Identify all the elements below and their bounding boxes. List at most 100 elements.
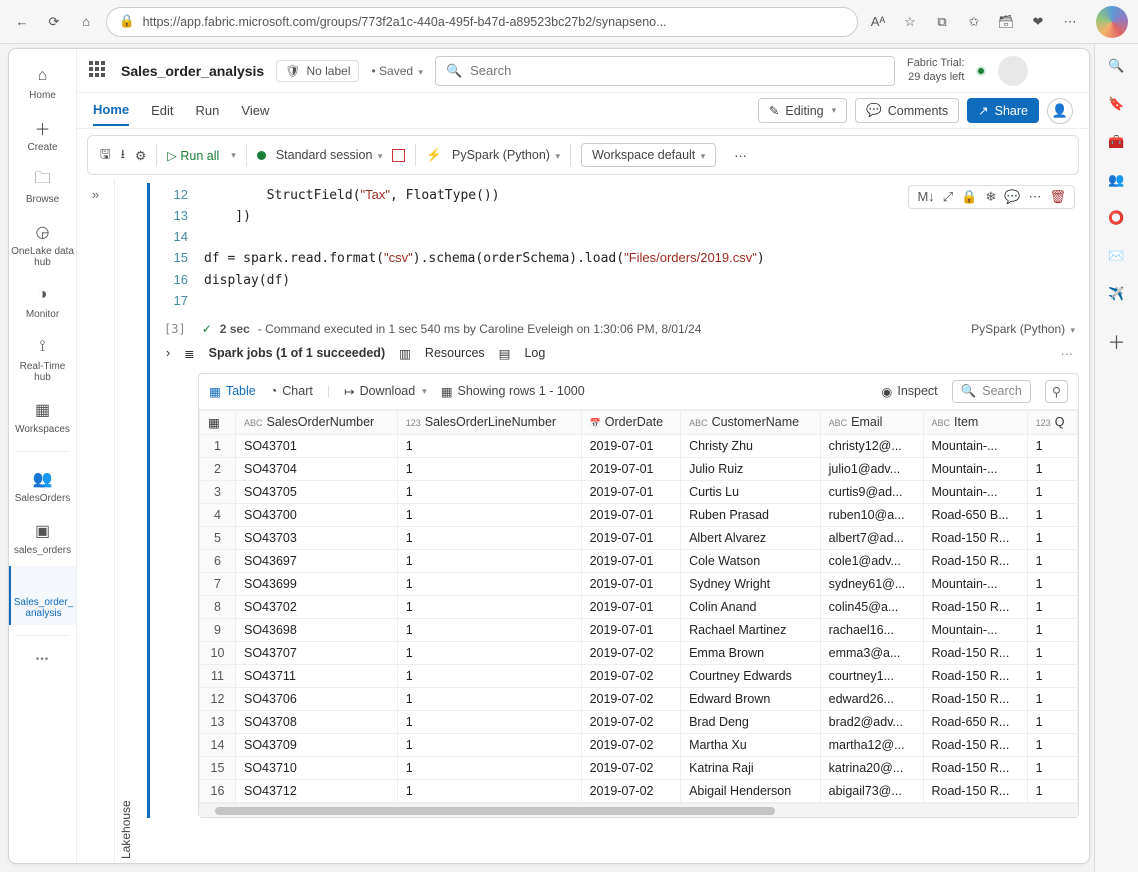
- table-row[interactable]: 15SO4371012019-07-02Katrina Rajikatrina2…: [200, 756, 1078, 779]
- resources-link[interactable]: Resources: [425, 346, 485, 360]
- save-icon[interactable]: 🖫: [100, 145, 111, 166]
- nav-salesorders[interactable]: 👥SalesOrders: [9, 462, 76, 510]
- comments-button[interactable]: 💬Comments: [855, 98, 959, 123]
- result-search-input[interactable]: 🔍Search: [952, 380, 1031, 403]
- chart-tab[interactable]: ◔Chart: [270, 384, 313, 398]
- col-OrderDate[interactable]: 📅OrderDate: [581, 410, 681, 434]
- download-button[interactable]: ↦Download▾: [344, 384, 427, 399]
- more-button[interactable]: ⋯: [1058, 10, 1082, 34]
- home-button[interactable]: ⌂: [74, 10, 98, 34]
- collections-button[interactable]: 🗃: [994, 10, 1018, 34]
- jobs-more[interactable]: ⋯: [1061, 346, 1074, 361]
- nav-onelake-data-hub[interactable]: ◶OneLake data hub: [9, 215, 76, 274]
- workspace-dropdown[interactable]: Workspace default ▾: [581, 143, 716, 167]
- nav-create[interactable]: ＋Create: [9, 111, 76, 159]
- sidebar-tag-icon[interactable]: 🔖: [1107, 94, 1127, 114]
- waffle-icon[interactable]: [89, 61, 109, 81]
- table-row[interactable]: 14SO4370912019-07-02Martha Xumartha12@..…: [200, 733, 1078, 756]
- split-button[interactable]: ⧉: [930, 10, 954, 34]
- table-row[interactable]: 5SO4370312019-07-01Albert Alvarezalbert7…: [200, 526, 1078, 549]
- nav-workspaces[interactable]: ▦Workspaces: [9, 393, 76, 441]
- tab-view[interactable]: View: [241, 96, 269, 125]
- run-all-button[interactable]: ▷ Run all: [167, 148, 219, 163]
- nav-more[interactable]: •••: [36, 654, 50, 665]
- nav-sales-orders[interactable]: ▣sales_orders: [9, 514, 76, 562]
- col-Email[interactable]: ABCEmail: [820, 410, 923, 434]
- nav-real-time-hub[interactable]: ⟟Real-Time hub: [9, 330, 76, 389]
- table-row[interactable]: 9SO4369812019-07-01Rachael Martinezracha…: [200, 618, 1078, 641]
- col-Q[interactable]: 123Q: [1027, 410, 1077, 434]
- download-icon[interactable]: ⭳: [121, 145, 125, 166]
- table-tab[interactable]: ▦Table: [209, 384, 256, 399]
- cell-lang-dropdown[interactable]: PySpark (Python) ▾: [971, 322, 1075, 336]
- table-row[interactable]: 6SO4369712019-07-01Cole Watsoncole1@adv.…: [200, 549, 1078, 572]
- horizontal-scrollbar[interactable]: [199, 803, 1078, 817]
- sidebar-people-icon[interactable]: 👥: [1107, 170, 1127, 190]
- settings-icon[interactable]: ⚙: [135, 148, 146, 163]
- freeze-icon[interactable]: ❄: [985, 189, 996, 205]
- filter-button[interactable]: ⚲: [1045, 380, 1068, 403]
- search-input[interactable]: 🔍Search: [435, 56, 895, 86]
- table-row[interactable]: 13SO4370812019-07-02Brad Dengbrad2@adv..…: [200, 710, 1078, 733]
- sensitivity-pill[interactable]: 🛡No label: [276, 60, 359, 82]
- table-row[interactable]: 7SO4369912019-07-01Sydney Wrightsydney61…: [200, 572, 1078, 595]
- avatar[interactable]: [998, 56, 1028, 86]
- sidebar-office-icon[interactable]: ⭕: [1107, 208, 1127, 228]
- collapse-icon[interactable]: ⤢: [943, 189, 953, 205]
- sidebar-outlook-icon[interactable]: ✉️: [1107, 246, 1127, 266]
- log-link[interactable]: Log: [524, 346, 545, 360]
- table-row[interactable]: 2SO4370412019-07-01Julio Ruizjulio1@adv.…: [200, 457, 1078, 480]
- col-SalesOrderNumber[interactable]: ABCSalesOrderNumber: [236, 410, 398, 434]
- share-button[interactable]: ↗Share: [967, 98, 1039, 123]
- nav-monitor[interactable]: ◑Monitor: [9, 278, 76, 326]
- favorite-button[interactable]: ☆: [898, 10, 922, 34]
- table-row[interactable]: 11SO4371112019-07-02Courtney Edwardscour…: [200, 664, 1078, 687]
- table-row[interactable]: 16SO4371212019-07-02Abigail Hendersonabi…: [200, 779, 1078, 802]
- nav-home[interactable]: ⌂Home: [9, 59, 76, 107]
- sidebar-add-icon[interactable]: ＋: [1107, 332, 1127, 352]
- session-dropdown[interactable]: Standard session ▾: [276, 148, 383, 162]
- code-cell[interactable]: M↓ ⤢ 🔒 ❄ 💬 ⋯ 🗑 12 StructField("Tax", Flo…: [147, 183, 1081, 818]
- delete-cell-icon[interactable]: 🗑: [1049, 189, 1066, 205]
- copilot-icon[interactable]: [1096, 6, 1128, 38]
- nav-browse[interactable]: 🗀Browse: [9, 163, 76, 211]
- lock-icon[interactable]: 🔒: [961, 189, 977, 205]
- tab-edit[interactable]: Edit: [151, 96, 173, 125]
- read-aloud-button[interactable]: Aᴬ: [866, 10, 890, 34]
- spark-jobs-link[interactable]: Spark jobs (1 of 1 succeeded): [209, 346, 385, 360]
- markdown-icon[interactable]: M↓: [917, 189, 934, 205]
- tab-run[interactable]: Run: [196, 96, 220, 125]
- col-Item[interactable]: ABCItem: [923, 410, 1027, 434]
- tab-home[interactable]: Home: [93, 95, 129, 126]
- language-dropdown[interactable]: PySpark (Python) ▾: [452, 148, 560, 162]
- editing-mode-button[interactable]: ✎Editing▾: [758, 98, 847, 123]
- table-row[interactable]: 4SO4370012019-07-01Ruben Prasadruben10@a…: [200, 503, 1078, 526]
- row-index-header[interactable]: ▦: [200, 410, 236, 434]
- table-row[interactable]: 1SO4370112019-07-01Christy Zhuchristy12@…: [200, 434, 1078, 457]
- table-row[interactable]: 8SO4370212019-07-01Colin Anandcolin45@a.…: [200, 595, 1078, 618]
- sidebar-tools-icon[interactable]: 🧰: [1107, 132, 1127, 152]
- presence-button[interactable]: 👤: [1047, 98, 1073, 124]
- jobs-expand-icon[interactable]: ›: [166, 346, 170, 360]
- refresh-button[interactable]: ⟳: [42, 10, 66, 34]
- sidebar-send-icon[interactable]: ✈️: [1107, 284, 1127, 304]
- run-all-menu[interactable]: ▾: [231, 150, 236, 161]
- lakehouse-collapse[interactable]: »: [77, 179, 115, 863]
- back-button[interactable]: ←: [10, 10, 34, 34]
- sidebar-search-icon[interactable]: 🔍: [1107, 56, 1127, 76]
- lakehouse-label[interactable]: Lakehouse: [115, 179, 137, 863]
- toolbar-more[interactable]: ⋯: [734, 148, 747, 163]
- table-row[interactable]: 10SO4370712019-07-02Emma Brownemma3@a...…: [200, 641, 1078, 664]
- notebook-name[interactable]: Sales_order_analysis: [121, 63, 264, 79]
- favorites-list-button[interactable]: ✩: [962, 10, 986, 34]
- performance-button[interactable]: ❤: [1026, 10, 1050, 34]
- table-row[interactable]: 12SO4370612019-07-02Edward Brownedward26…: [200, 687, 1078, 710]
- col-SalesOrderLineNumber[interactable]: 123SalesOrderLineNumber: [397, 410, 581, 434]
- col-CustomerName[interactable]: ABCCustomerName: [681, 410, 821, 434]
- nav-sales-order-analysis[interactable]: Sales_order_ analysis: [9, 566, 76, 625]
- cell-more-icon[interactable]: ⋯: [1028, 189, 1041, 205]
- address-bar[interactable]: 🔒 https://app.fabric.microsoft.com/group…: [106, 7, 858, 37]
- comment-cell-icon[interactable]: 💬: [1004, 189, 1020, 205]
- table-row[interactable]: 3SO4370512019-07-01Curtis Lucurtis9@ad..…: [200, 480, 1078, 503]
- inspect-button[interactable]: ◉Inspect: [881, 384, 937, 399]
